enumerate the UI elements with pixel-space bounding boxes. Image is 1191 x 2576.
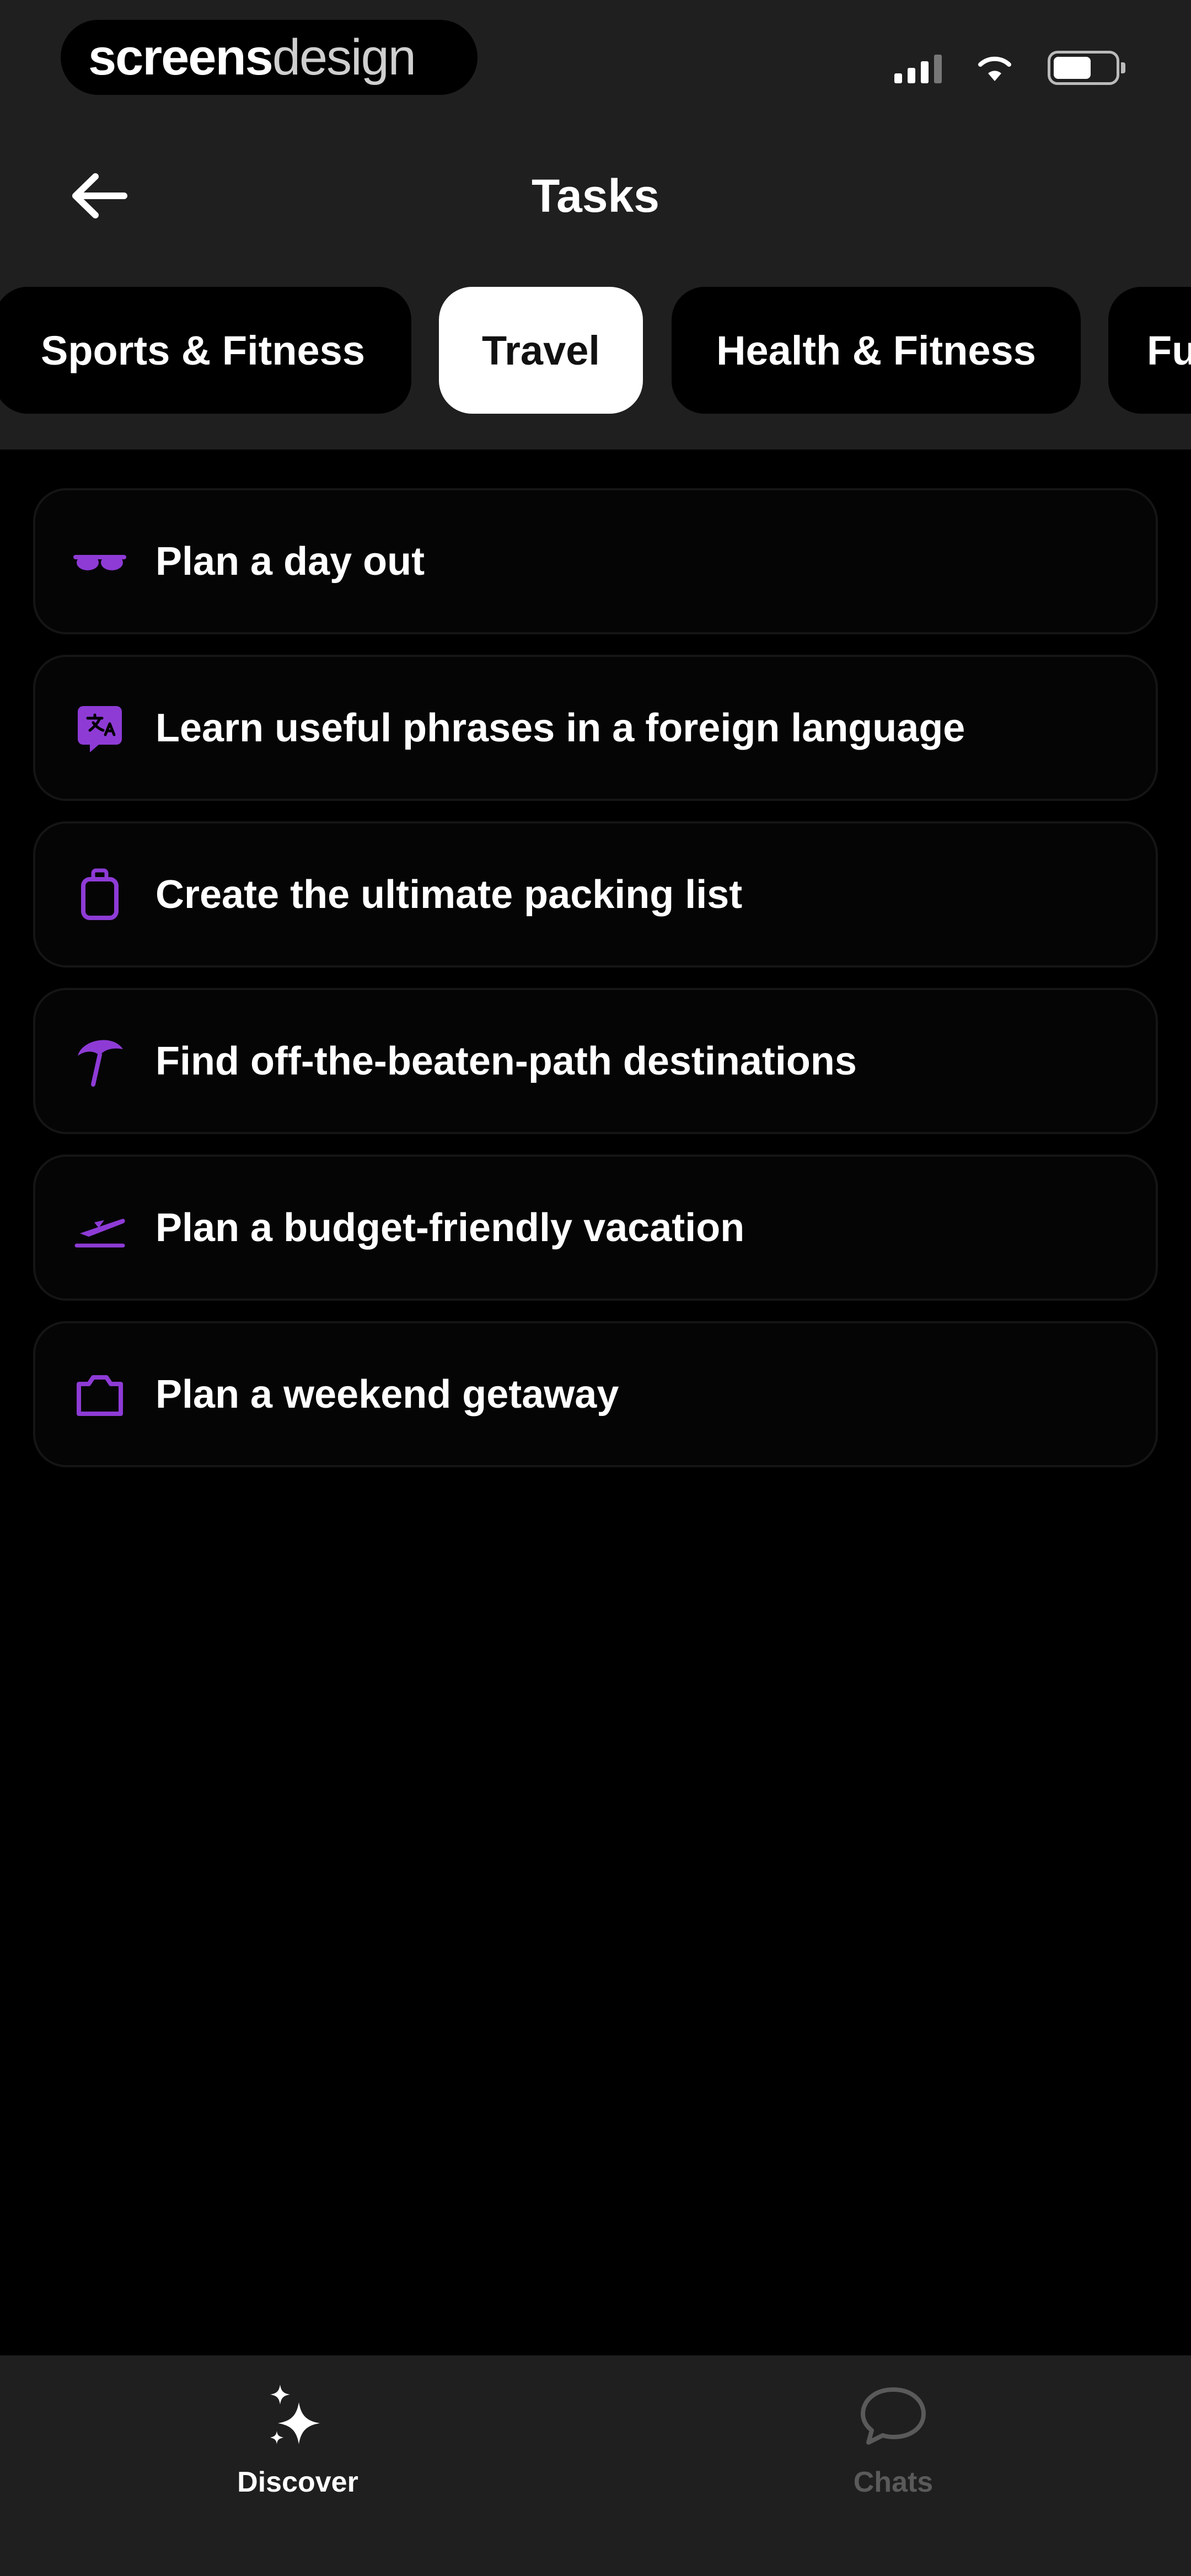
task-packing-list[interactable]: Create the ultimate packing list <box>33 821 1158 968</box>
airplane-takeoff-icon <box>69 1198 130 1258</box>
task-budget-vacation[interactable]: Plan a budget-friendly vacation <box>33 1155 1158 1301</box>
sunglasses-icon <box>69 531 130 592</box>
task-off-beaten-path[interactable]: Find off-the-beaten-path destinations <box>33 988 1158 1134</box>
chip-travel[interactable]: Travel <box>439 287 643 414</box>
brand-primary: screens <box>88 29 273 85</box>
wifi-icon <box>978 56 1011 81</box>
beach-umbrella-icon <box>69 1031 130 1092</box>
signal-icon <box>894 52 942 83</box>
sparkles-icon <box>259 2377 336 2455</box>
category-chips[interactable]: Sports & Fitness Travel Health & Fitness… <box>0 287 1191 414</box>
camera-icon <box>69 1364 130 1425</box>
chat-bubble-icon <box>855 2377 932 2455</box>
tab-label: Chats <box>853 2466 934 2498</box>
task-label: Plan a day out <box>155 539 425 584</box>
arrow-left-icon <box>72 173 127 218</box>
header: screens design Tasks Sports & Fitness Tr… <box>0 0 1191 450</box>
back-button[interactable] <box>61 165 138 226</box>
page-title: Tasks <box>532 170 659 222</box>
task-weekend-getaway[interactable]: Plan a weekend getaway <box>33 1321 1158 1467</box>
task-learn-phrases[interactable]: Learn useful phrases in a foreign langua… <box>33 655 1158 801</box>
task-label: Plan a weekend getaway <box>155 1372 619 1417</box>
translate-icon <box>69 698 130 758</box>
tab-label: Discover <box>237 2466 358 2498</box>
brand-secondary: design <box>272 29 416 85</box>
task-label: Learn useful phrases in a foreign langua… <box>155 706 965 750</box>
nav-row: Tasks <box>0 154 1191 237</box>
luggage-icon <box>69 864 130 925</box>
brand-logo: screens design <box>61 20 478 95</box>
battery-icon <box>1048 51 1125 85</box>
status-bar: screens design <box>0 0 1191 121</box>
status-icons <box>894 49 1125 87</box>
chip-health-fitness[interactable]: Health & Fitness <box>672 287 1081 414</box>
task-plan-day-out[interactable]: Plan a day out <box>33 488 1158 634</box>
task-label: Create the ultimate packing list <box>155 872 743 917</box>
task-label: Plan a budget-friendly vacation <box>155 1205 745 1250</box>
chip-sports-fitness[interactable]: Sports & Fitness <box>0 287 411 414</box>
tasks-screen: screens design Tasks Sports & Fitness Tr… <box>0 0 1191 2576</box>
tab-discover[interactable]: Discover <box>187 2377 408 2521</box>
bottom-tab-bar: Discover Chats <box>0 2355 1191 2576</box>
task-label: Find off-the-beaten-path destinations <box>155 1039 857 1083</box>
chip-partial[interactable]: Fu <box>1108 287 1191 414</box>
tab-chats[interactable]: Chats <box>783 2377 1004 2521</box>
